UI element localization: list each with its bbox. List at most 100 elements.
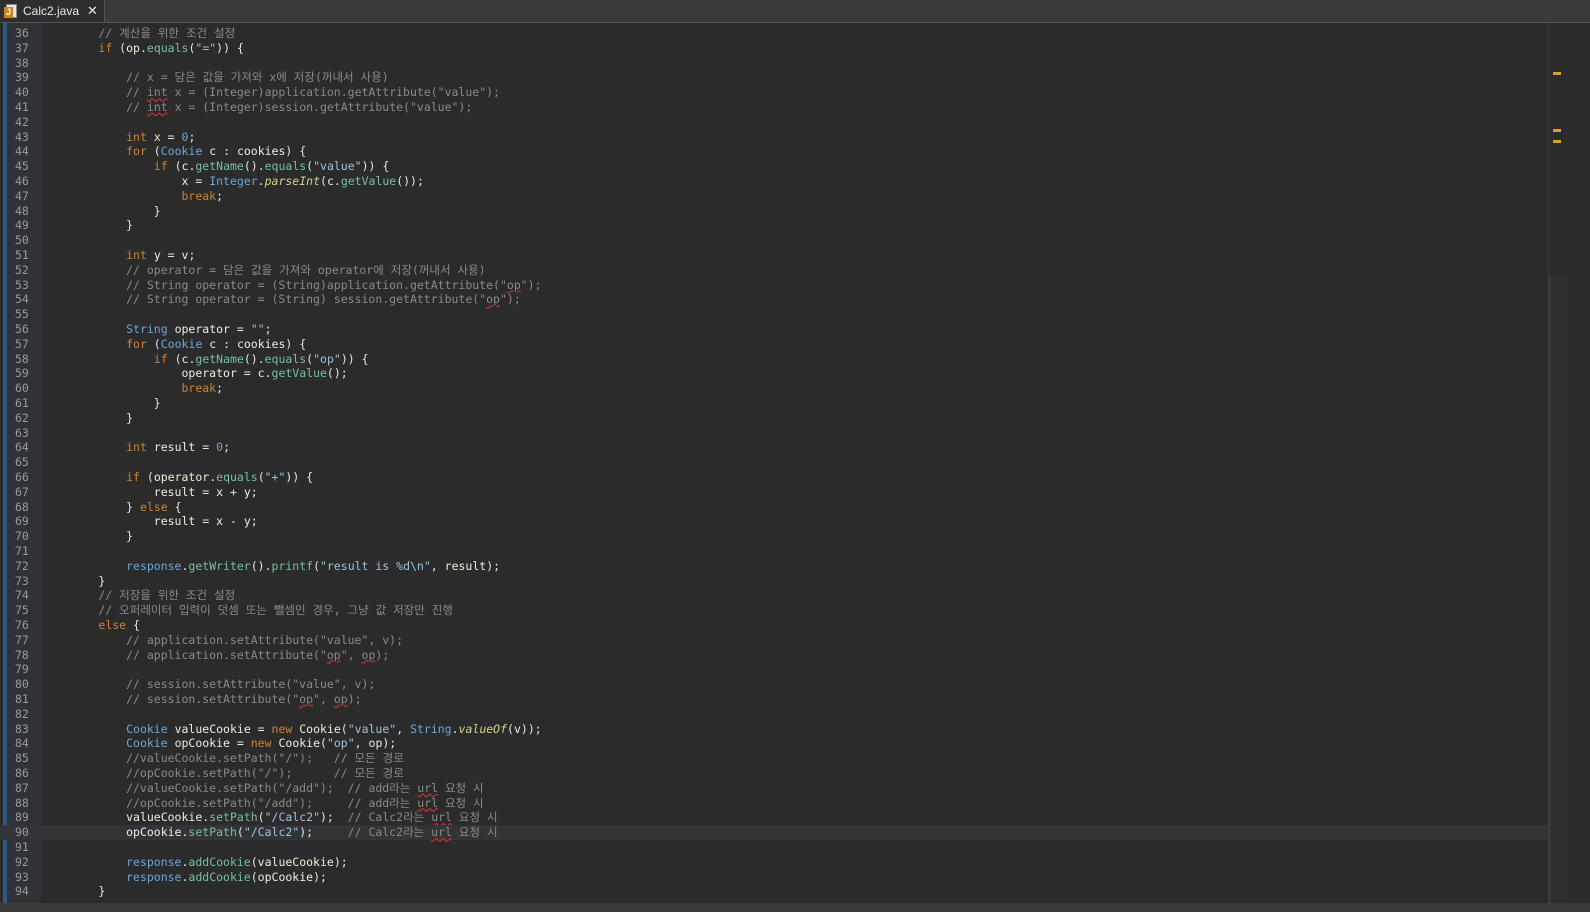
line-number: 49 bbox=[15, 218, 29, 233]
code-line[interactable]: 79 bbox=[0, 662, 1548, 677]
code-token: valueCookie bbox=[257, 854, 334, 869]
code-token: ; bbox=[216, 188, 224, 203]
code-line[interactable]: 66 if (operator.equals("+")) { bbox=[0, 470, 1548, 485]
code-line[interactable]: 73 } bbox=[0, 574, 1548, 589]
code-token: getName bbox=[195, 351, 244, 366]
code-line[interactable]: 56 String operator = ""; bbox=[0, 322, 1548, 337]
code-token: ); bbox=[382, 736, 397, 751]
code-line[interactable]: 71 bbox=[0, 544, 1548, 559]
code-line[interactable]: 82 bbox=[0, 707, 1548, 722]
code-token: getWriter bbox=[188, 558, 251, 573]
code-line[interactable]: 50 bbox=[0, 233, 1548, 248]
code-line[interactable]: 54 // String operator = (String) session… bbox=[0, 292, 1548, 307]
code-text: // String operator = (String) session.ge… bbox=[43, 292, 521, 307]
code-token: opCookie bbox=[174, 736, 230, 751]
line-number: 43 bbox=[15, 129, 29, 144]
overview-marker[interactable] bbox=[1553, 129, 1561, 132]
code-line[interactable]: 47 break; bbox=[0, 189, 1548, 204]
code-line[interactable]: 83 Cookie valueCookie = new Cookie("valu… bbox=[0, 722, 1548, 737]
code-line[interactable]: 76 else { bbox=[0, 618, 1548, 633]
code-line[interactable]: 49 } bbox=[0, 218, 1548, 233]
code-line[interactable]: 75 // 오퍼레이터 입력이 덧셈 또는 뺄셈인 경우, 그냥 값 저장만 진… bbox=[0, 603, 1548, 618]
scrollbar-thumb[interactable] bbox=[1549, 277, 1568, 903]
code-line[interactable]: 65 bbox=[0, 455, 1548, 470]
code-token: // bbox=[43, 85, 147, 100]
code-line[interactable]: 80 // session.setAttribute("value", v); bbox=[0, 677, 1548, 692]
code-line[interactable]: 45 if (c.getName().equals("value")) { bbox=[0, 159, 1548, 174]
code-line[interactable]: 42 bbox=[0, 115, 1548, 130]
code-token: op bbox=[326, 647, 341, 662]
code-line[interactable]: 57 for (Cookie c : cookies) { bbox=[0, 337, 1548, 352]
close-tab-icon[interactable]: ✕ bbox=[87, 4, 98, 19]
code-line[interactable]: 61 } bbox=[0, 396, 1548, 411]
code-line[interactable]: 38 bbox=[0, 56, 1548, 71]
code-line[interactable]: 86 //opCookie.setPath("/"); // 모든 경로 bbox=[0, 766, 1548, 781]
overview-marker[interactable] bbox=[1553, 140, 1561, 143]
code-line[interactable]: 92 response.addCookie(valueCookie); bbox=[0, 855, 1548, 870]
overview-marker[interactable] bbox=[1553, 72, 1561, 75]
code-text: //valueCookie.setPath("/add"); // add라는 … bbox=[43, 781, 484, 796]
code-line[interactable]: 62 } bbox=[0, 411, 1548, 426]
code-token: (). bbox=[243, 159, 265, 174]
code-token: = bbox=[229, 322, 251, 336]
code-line[interactable]: 41 // int x = (Integer)session.getAttrib… bbox=[0, 100, 1548, 115]
code-line[interactable]: 58 if (c.getName().equals("op")) { bbox=[0, 352, 1548, 367]
code-text: // 저장을 위한 조건 설정 bbox=[43, 588, 235, 603]
code-token: setPath bbox=[209, 810, 258, 825]
line-number: 65 bbox=[15, 455, 29, 470]
code-line[interactable]: 91 bbox=[0, 840, 1548, 855]
code-line[interactable]: 67 result = x + y; bbox=[0, 485, 1548, 500]
code-token: //valueCookie.setPath("/add"); // add라는 bbox=[43, 780, 418, 795]
code-line[interactable]: 39 // x = 담은 값을 가져와 x에 저장(꺼내서 사용) bbox=[0, 70, 1548, 85]
code-line[interactable]: 89 valueCookie.setPath("/Calc2"); // Cal… bbox=[0, 810, 1548, 825]
code-line[interactable]: 84 Cookie opCookie = new Cookie("op", op… bbox=[0, 736, 1548, 751]
code-line[interactable]: 87 //valueCookie.setPath("/add"); // add… bbox=[0, 781, 1548, 796]
code-line[interactable]: 36 // 계산을 위한 조건 설정 bbox=[0, 26, 1548, 41]
code-line[interactable]: 60 break; bbox=[0, 381, 1548, 396]
code-line[interactable]: 90 opCookie.setPath("/Calc2"); // Calc2라… bbox=[0, 825, 1548, 841]
code-token: "/Calc2" bbox=[264, 810, 320, 825]
code-line[interactable]: 52 // operator = 담은 값을 가져와 operator에 저장(… bbox=[0, 263, 1548, 278]
code-token: ; bbox=[188, 248, 196, 262]
code-token: ); bbox=[486, 558, 501, 573]
tab-calc2-java[interactable]: J Calc2.java ✕ bbox=[0, 0, 105, 22]
code-token: : bbox=[216, 336, 237, 351]
code-line[interactable]: 37 if (op.equals("=")) { bbox=[0, 41, 1548, 56]
code-line[interactable]: 88 //opCookie.setPath("/add"); // add라는 … bbox=[0, 796, 1548, 811]
code-token: Cookie bbox=[126, 736, 168, 751]
code-line[interactable]: 70 } bbox=[0, 529, 1548, 544]
code-editor[interactable]: 36 // 계산을 위한 조건 설정 37 if (op.equals("="))… bbox=[0, 23, 1590, 903]
code-token: y bbox=[243, 484, 251, 499]
code-line[interactable]: 59 operator = c.getValue(); bbox=[0, 366, 1548, 381]
code-line[interactable]: 85 //valueCookie.setPath("/"); // 모든 경로 bbox=[0, 751, 1548, 766]
code-line[interactable]: 46 x = Integer.parseInt(c.getValue()); bbox=[0, 174, 1548, 189]
code-line[interactable]: 40 // int x = (Integer)application.getAt… bbox=[0, 85, 1548, 100]
code-token: ) { bbox=[285, 144, 307, 159]
code-line[interactable]: 74 // 저장을 위한 조건 설정 bbox=[0, 588, 1548, 603]
code-line[interactable]: 64 int result = 0; bbox=[0, 440, 1548, 455]
code-token: response bbox=[126, 558, 182, 573]
code-line[interactable]: 63 bbox=[0, 426, 1548, 441]
code-text: if (c.getName().equals("op")) { bbox=[43, 352, 369, 367]
code-line[interactable]: 51 int y = v; bbox=[0, 248, 1548, 263]
code-line[interactable]: 48 } bbox=[0, 204, 1548, 219]
code-token: ); bbox=[320, 810, 348, 825]
code-line[interactable]: 77 // application.setAttribute("value", … bbox=[0, 633, 1548, 648]
code-line[interactable]: 94 } bbox=[0, 884, 1548, 899]
code-text: if (operator.equals("+")) { bbox=[43, 470, 313, 485]
code-line[interactable]: 44 for (Cookie c : cookies) { bbox=[0, 144, 1548, 159]
code-token: v bbox=[513, 721, 521, 736]
code-line[interactable]: 55 bbox=[0, 307, 1548, 322]
code-line[interactable]: 93 response.addCookie(opCookie); bbox=[0, 870, 1548, 885]
code-token: ()); bbox=[396, 174, 424, 188]
code-line[interactable]: 69 result = x - y; bbox=[0, 514, 1548, 529]
code-line[interactable]: 78 // application.setAttribute("op", op)… bbox=[0, 648, 1548, 663]
code-line[interactable]: 81 // session.setAttribute("op", op); bbox=[0, 692, 1548, 707]
code-line[interactable]: 68 } else { bbox=[0, 500, 1548, 515]
code-line[interactable]: 53 // String operator = (String)applicat… bbox=[0, 278, 1548, 293]
code-line[interactable]: 43 int x = 0; bbox=[0, 130, 1548, 145]
code-line[interactable]: 72 response.getWriter().printf("result i… bbox=[0, 559, 1548, 574]
